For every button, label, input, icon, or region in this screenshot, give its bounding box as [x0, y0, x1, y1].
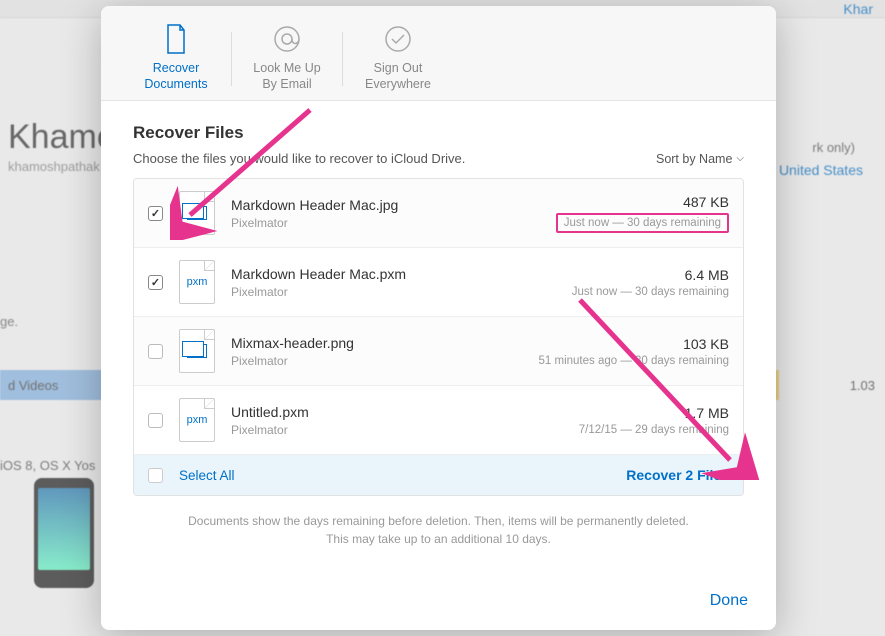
sort-dropdown[interactable]: Sort by Name ⌵: [656, 152, 744, 166]
recover-modal: Recover Documents Look Me Up By Email Sign…: [101, 6, 776, 630]
subtitle: Choose the files you would like to recov…: [133, 151, 465, 166]
tab1-l1: Look Me Up: [253, 61, 320, 75]
file-type-icon: [179, 329, 215, 373]
modal-footer: Done: [101, 582, 776, 630]
file-app: Pixelmator: [231, 354, 539, 368]
tab2-l2: Everywhere: [365, 77, 431, 91]
file-time: Just now — 30 days remaining: [564, 217, 721, 229]
sort-label: Sort by Name: [656, 152, 732, 166]
modal-body: Recover Files Choose the files you would…: [101, 101, 776, 582]
modal-tabs: Recover Documents Look Me Up By Email Sign…: [101, 6, 776, 101]
tab-look-me-up[interactable]: Look Me Up By Email: [232, 18, 342, 100]
checkmark-circle-icon: [383, 24, 413, 54]
file-app: Pixelmator: [231, 423, 579, 437]
tab0-l2: Documents: [144, 77, 207, 91]
file-type-icon: [179, 191, 215, 235]
file-checkbox[interactable]: [148, 344, 163, 359]
file-time: 7/12/15 — 29 days remaining: [579, 424, 729, 436]
image-icon: [187, 206, 207, 220]
file-time: Just now — 30 days remaining: [572, 286, 729, 298]
file-checkbox[interactable]: ✓: [148, 275, 163, 290]
checkmark-icon: ✓: [151, 276, 160, 289]
file-time: 51 minutes ago — 30 days remaining: [539, 355, 730, 367]
file-size: 6.4 MB: [572, 267, 729, 283]
file-row[interactable]: ✓ Markdown Header Mac.jpg Pixelmator 487…: [134, 179, 743, 248]
file-name: Mixmax-header.png: [231, 335, 539, 351]
tab-recover-documents[interactable]: Recover Documents: [121, 18, 231, 100]
pxm-icon: pxm: [187, 414, 208, 426]
document-icon: [161, 24, 191, 54]
done-button[interactable]: Done: [710, 592, 748, 610]
chevron-down-icon: ⌵: [736, 153, 744, 164]
select-all-button[interactable]: Select All: [148, 468, 235, 483]
action-row: Select All Recover 2 Files: [134, 455, 743, 495]
file-app: Pixelmator: [231, 216, 556, 230]
pxm-icon: pxm: [187, 276, 208, 288]
highlight-annotation: Just now — 30 days remaining: [556, 213, 729, 233]
tab-sign-out[interactable]: Sign Out Everywhere: [343, 18, 453, 100]
file-checkbox[interactable]: ✓: [148, 206, 163, 221]
file-name: Untitled.pxm: [231, 404, 579, 420]
file-app: Pixelmator: [231, 285, 572, 299]
file-checkbox[interactable]: [148, 413, 163, 428]
file-row[interactable]: ✓ pxm Markdown Header Mac.pxm Pixelmator…: [134, 248, 743, 317]
checkmark-icon: ✓: [151, 207, 160, 220]
image-icon: [187, 344, 207, 358]
note-line1: Documents show the days remaining before…: [188, 514, 689, 528]
file-name: Markdown Header Mac.jpg: [231, 197, 556, 213]
file-size: 487 KB: [556, 194, 729, 210]
file-row[interactable]: Mixmax-header.png Pixelmator 103 KB 51 m…: [134, 317, 743, 386]
file-list: ✓ Markdown Header Mac.jpg Pixelmator 487…: [133, 178, 744, 496]
file-size: 103 KB: [539, 336, 730, 352]
heading: Recover Files: [133, 123, 744, 143]
footer-note: Documents show the days remaining before…: [163, 512, 714, 548]
tab1-l2: By Email: [262, 77, 311, 91]
select-all-checkbox[interactable]: [148, 468, 163, 483]
tab2-l1: Sign Out: [374, 61, 423, 75]
file-name: Markdown Header Mac.pxm: [231, 266, 572, 282]
file-type-icon: pxm: [179, 398, 215, 442]
tab0-l1: Recover: [153, 61, 200, 75]
file-size: 1.7 MB: [579, 405, 729, 421]
recover-button[interactable]: Recover 2 Files: [626, 467, 729, 483]
select-all-label: Select All: [179, 468, 235, 483]
file-row[interactable]: pxm Untitled.pxm Pixelmator 1.7 MB 7/12/…: [134, 386, 743, 455]
at-sign-icon: [272, 24, 302, 54]
note-line2: This may take up to an additional 10 day…: [326, 532, 551, 546]
file-type-icon: pxm: [179, 260, 215, 304]
